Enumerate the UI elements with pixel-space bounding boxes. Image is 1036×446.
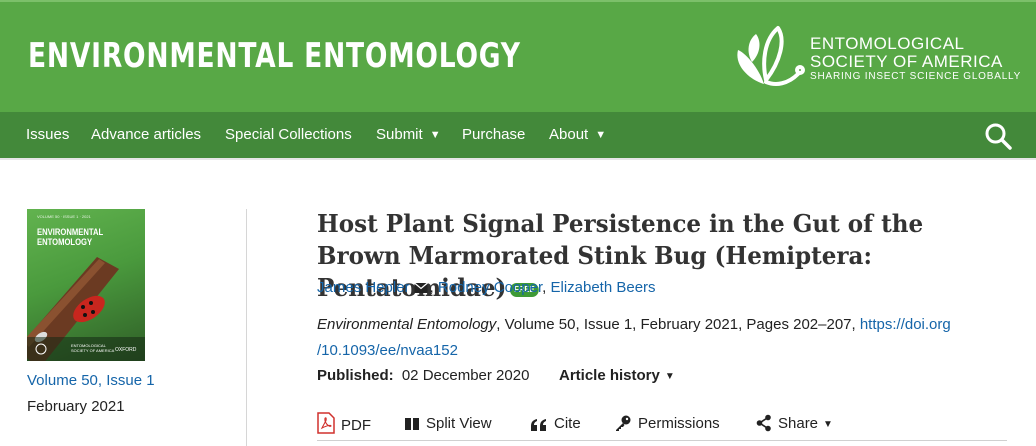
nav-shadow xyxy=(0,158,1036,160)
nav-purchase[interactable]: Purchase xyxy=(462,112,525,158)
nav-about-label: About xyxy=(549,126,589,143)
doi-link-continued[interactable]: /10.1093/ee/nvaa152 xyxy=(317,342,458,359)
permissions-button[interactable]: Permissions xyxy=(614,412,720,436)
share-icon xyxy=(756,414,771,432)
cover-society: ENTOMOLOGICAL SOCIETY OF AMERICA xyxy=(71,343,114,353)
author-separator: , xyxy=(429,279,438,296)
quote-icon xyxy=(531,419,546,431)
doi-line: /10.1093/ee/nvaa152 xyxy=(317,342,458,359)
cite-label: Cite xyxy=(554,415,581,432)
search-icon[interactable] xyxy=(984,122,1012,150)
caret-down-icon: ▼ xyxy=(664,371,675,382)
author-link[interactable]: Rodney Cooper xyxy=(438,279,542,296)
issue-date: February 2021 xyxy=(27,398,125,415)
butterfly-logo-icon[interactable] xyxy=(730,22,806,94)
pdf-icon xyxy=(317,412,335,434)
caret-down-icon: ▼ xyxy=(823,419,833,430)
key-icon xyxy=(616,415,631,431)
author-list: James Hepler, Rodney Cooper, Elizabeth B… xyxy=(317,279,656,296)
published-label: Published: xyxy=(317,367,394,384)
issue-volume-link[interactable]: Volume 50, Issue 1 xyxy=(27,372,155,389)
cite-button[interactable]: Cite xyxy=(530,412,581,436)
doi-link[interactable]: https://doi.org xyxy=(860,316,951,333)
issue-cover-image[interactable]: VOLUME 50 · ISSUE 1 · 2021 ENVIRONMENTAL… xyxy=(27,209,145,361)
pdf-button[interactable]: PDF xyxy=(317,412,371,436)
share-button[interactable]: Share ▼ xyxy=(756,412,833,436)
cover-publisher: OXFORD xyxy=(115,347,137,353)
nav-submit[interactable]: Submit ▼ xyxy=(376,112,441,158)
cover-title-line2: ENTOMOLOGY xyxy=(37,237,93,247)
nav-submit-label: Submit xyxy=(376,126,423,143)
pdf-label: PDF xyxy=(341,417,371,434)
nav-advance-articles[interactable]: Advance articles xyxy=(91,112,201,158)
article-history-toggle[interactable]: Article history ▼ xyxy=(559,367,675,384)
society-name-line1: ENTOMOLOGICAL xyxy=(810,34,965,53)
split-view-button[interactable]: Split View xyxy=(404,412,492,436)
article-history-label: Article history xyxy=(559,367,660,384)
society-tagline: SHARING INSECT SCIENCE GLOBALLY xyxy=(810,71,1022,82)
citation-line: Environmental Entomology, Volume 50, Iss… xyxy=(317,316,951,333)
cover-issue-info: VOLUME 50 · ISSUE 1 · 2021 xyxy=(37,214,91,219)
nav-about[interactable]: About ▼ xyxy=(549,112,606,158)
published-date: 02 December 2020 xyxy=(401,367,530,384)
caret-down-icon: ▼ xyxy=(429,129,441,141)
caret-down-icon: ▼ xyxy=(595,129,607,141)
cover-title-line1: ENVIRONMENTAL xyxy=(37,227,104,237)
citation-details: , Volume 50, Issue 1, February 2021, Pag… xyxy=(496,316,860,333)
envelope-icon[interactable] xyxy=(413,282,429,294)
citation-journal: Environmental Entomology xyxy=(317,316,497,333)
cover-title: ENVIRONMENTAL ENTOMOLOGY xyxy=(37,227,103,247)
cover-society-line2: SOCIETY OF AMERICA xyxy=(71,348,115,353)
split-view-icon xyxy=(405,418,419,430)
journal-title[interactable]: ENVIRONMENTAL ENTOMOLOGY xyxy=(28,36,521,76)
society-name-line2: SOCIETY OF AMERICA xyxy=(810,52,1003,71)
author-link[interactable]: James Hepler xyxy=(317,279,410,296)
author-link[interactable]: Elizabeth Beers xyxy=(550,279,655,296)
share-label: Share xyxy=(778,415,819,432)
toolbar-divider xyxy=(317,440,1007,441)
published-info: Published: 02 December 2020 xyxy=(317,367,529,384)
column-divider xyxy=(246,209,247,446)
split-view-label: Split View xyxy=(426,415,492,432)
nav-special-collections[interactable]: Special Collections xyxy=(225,112,352,158)
nav-issues[interactable]: Issues xyxy=(26,112,69,158)
permissions-label: Permissions xyxy=(638,415,720,432)
main-navbar: Issues Advance articles Special Collecti… xyxy=(0,112,1036,158)
